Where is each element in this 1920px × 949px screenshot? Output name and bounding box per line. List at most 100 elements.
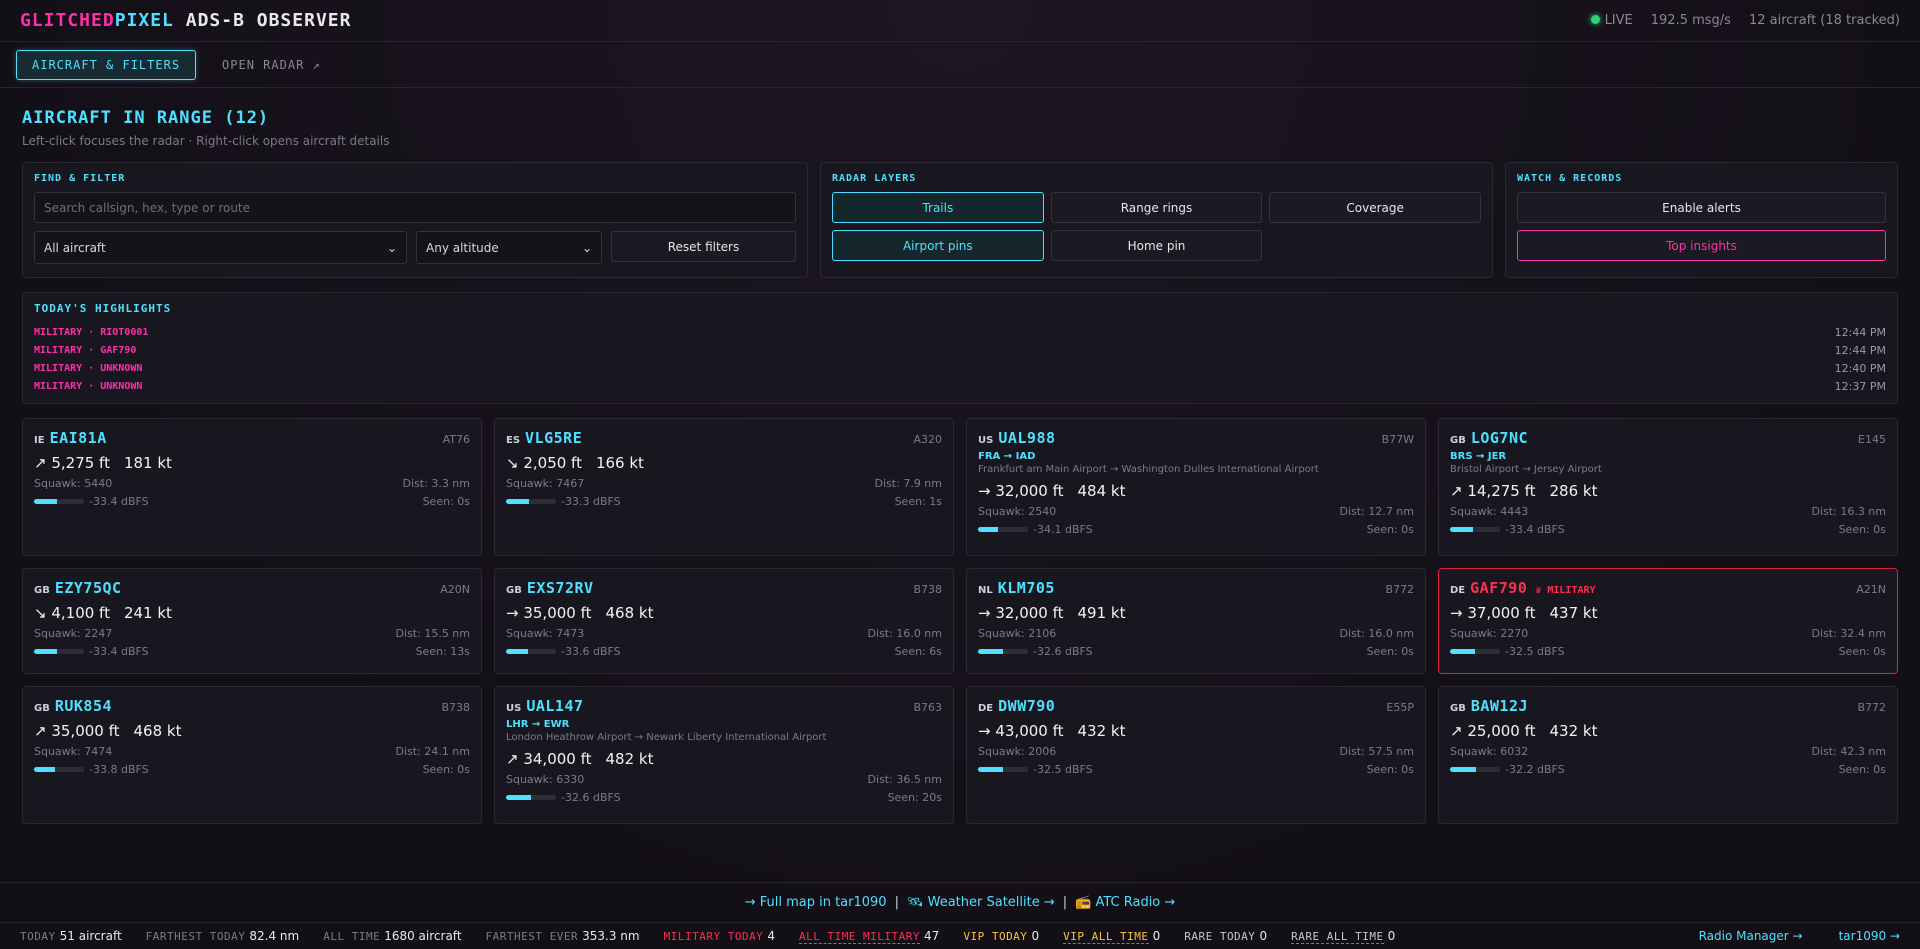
weather-satellite-link[interactable]: 🛰 Weather Satellite → [907,895,1055,910]
stat-label: FARTHEST EVER [485,930,579,943]
squawk: Squawk: 2247 [34,627,113,640]
stat-label: TODAY [20,930,56,943]
aircraft-card[interactable]: GB EXS72RV B738 → 35,000 ft 468 kt Squawk: 74… [494,568,954,674]
coverage-toggle[interactable]: Coverage [1269,192,1481,223]
highlight-row[interactable]: MILITARY · UNKNOWN 12:40 PM [34,359,1886,377]
tab-aircraft-filters[interactable]: AIRCRAFT & FILTERS [16,49,197,80]
card-meta-row: Squawk: 4443 Dist: 16.3 nm [1450,505,1886,518]
altitude: → 32,000 ft [978,482,1064,500]
full-map-link[interactable]: → Full map in tar1090 [745,895,887,910]
stat-label: VIP ALL TIME [1063,930,1149,944]
altitude: → 37,000 ft [1450,604,1536,622]
aircraft-card[interactable]: GB RUK854 B738 ↗ 35,000 ft 468 kt Squawk: 747… [22,686,482,824]
card-meta-row: Squawk: 2270 Dist: 32.4 nm [1450,627,1886,640]
tar1090-link[interactable]: tar1090 → [1839,929,1900,943]
signal-strength: -33.4 dBFS [1505,523,1565,536]
signal-bar-fill [1450,527,1473,532]
highlight-row[interactable]: MILITARY · GAF790 12:44 PM [34,341,1886,359]
seen: Seen: 20s [887,791,942,804]
card-header: GB EXS72RV B738 [506,579,942,597]
enable-alerts-button[interactable]: Enable alerts [1517,192,1886,223]
distance: Dist: 24.1 nm [395,745,470,758]
distance: Dist: 32.4 nm [1811,627,1886,640]
altitude: ↘ 4,100 ft [34,604,110,622]
app-brand: GLITCHEDPIXEL ADS-B OBSERVER [20,10,351,31]
controls-row: FIND & FILTER Search callsign, hex, type… [22,162,1898,278]
stat-rare-all-time[interactable]: RARE ALL TIME 0 [1291,929,1395,944]
live-label: LIVE [1604,13,1633,28]
card-meta-row: -32.5 dBFS Seen: 0s [1450,645,1886,658]
altitude: ↗ 25,000 ft [1450,722,1536,740]
reset-filters-button[interactable]: Reset filters [611,231,796,262]
highlight-row[interactable]: MILITARY · UNKNOWN 12:37 PM [34,377,1886,395]
distance: Dist: 12.7 nm [1339,505,1414,518]
altitude-speed: ↗ 14,275 ft 286 kt [1450,482,1886,500]
stat-label: FARTHEST TODAY [145,930,246,943]
card-header: GB RUK854 B738 [34,697,470,715]
card-meta-row: -32.6 dBFS Seen: 20s [506,791,942,804]
stat-vip-all-time[interactable]: VIP ALL TIME 0 [1063,929,1160,944]
callsign: RUK854 [54,697,113,715]
signal: -33.4 dBFS [1450,523,1565,536]
aircraft-filter-select[interactable]: All aircraft ⌄ [34,231,407,264]
altitude-filter-select[interactable]: Any altitude ⌄ [416,231,602,264]
signal-bar [978,767,1028,772]
aircraft-card[interactable]: NL KLM705 B772 → 32,000 ft 491 kt Squawk: 210… [966,568,1426,674]
tab-open-radar[interactable]: OPEN RADAR ↗ [206,50,337,80]
callsign: BAW12J [1470,697,1529,715]
trails-toggle[interactable]: Trails [832,192,1044,223]
country-code: US [978,435,994,446]
distance: Dist: 3.3 nm [402,477,470,490]
stat-label: ALL TIME [323,930,381,943]
card-header: NL KLM705 B772 [978,579,1414,597]
altitude-speed: → 37,000 ft 437 kt [1450,604,1886,622]
home-pin-toggle[interactable]: Home pin [1050,230,1263,261]
aircraft-card[interactable]: IE EAI81A AT76 ↗ 5,275 ft 181 kt Squawk: 5440… [22,418,482,556]
speed: 468 kt [605,604,654,622]
seen: Seen: 0s [1838,645,1886,658]
aircraft-card[interactable]: DE GAF790 ♛ MILITARY A21N → 37,000 ft 437 kt S… [1438,568,1898,674]
aircraft-card[interactable]: US UAL147 B763 LHR → EWR London Heathrow Air… [494,686,954,824]
card-meta-row: -32.2 dBFS Seen: 0s [1450,763,1886,776]
radio-manager-link[interactable]: Radio Manager → [1699,929,1803,943]
card-meta-row: Squawk: 6032 Dist: 42.3 nm [1450,745,1886,758]
link-separator: | [894,895,899,910]
aircraft-type: A21N [1856,583,1886,596]
altitude-speed: → 32,000 ft 484 kt [978,482,1414,500]
altitude-filter-value: Any altitude [426,240,499,255]
military-badge: ♛ MILITARY [1535,585,1596,596]
live-indicator: LIVE [1590,13,1633,28]
highlights-title: TODAY'S HIGHLIGHTS [34,302,172,315]
stat-military-all-time[interactable]: ALL TIME MILITARY 47 [798,929,939,944]
range-rings-toggle[interactable]: Range rings [1050,192,1263,223]
seen: Seen: 0s [1366,763,1414,776]
callsign: UAL147 [526,697,584,715]
aircraft-card[interactable]: GB BAW12J B772 ↗ 25,000 ft 432 kt Squawk: 603… [1438,686,1898,824]
airport-pins-toggle[interactable]: Airport pins [832,230,1044,261]
distance: Dist: 16.3 nm [1811,505,1886,518]
aircraft-card[interactable]: GB EZY75QC A20N ↘ 4,100 ft 241 kt Squawk: 224… [22,568,482,674]
top-insights-button[interactable]: Top insights [1517,230,1886,261]
altitude-speed: → 32,000 ft 491 kt [978,604,1414,622]
highlight-row[interactable]: MILITARY · RIOT0001 12:44 PM [34,323,1886,341]
altitude: ↘ 2,050 ft [506,454,582,472]
stat-label: ALL TIME MILITARY [798,930,921,944]
signal-strength: -33.4 dBFS [89,495,149,508]
signal-bar-fill [506,649,528,654]
aircraft-type: B738 [441,701,470,714]
signal-strength: -32.6 dBFS [561,791,621,804]
aircraft-card[interactable]: ES VLG5RE A320 ↘ 2,050 ft 166 kt Squawk: 7467… [494,418,954,556]
atc-radio-link[interactable]: 📻 ATC Radio → [1075,895,1175,910]
seen: Seen: 0s [422,763,470,776]
aircraft-card[interactable]: GB LOG7NC E145 BRS → JER Bristol Airport → J… [1438,418,1898,556]
card-header: GB LOG7NC E145 [1450,429,1886,447]
card-meta-row: Squawk: 2247 Dist: 15.5 nm [34,627,470,640]
squawk: Squawk: 2270 [1450,627,1529,640]
aircraft-card[interactable]: DE DWW790 E55P → 43,000 ft 432 kt Squawk: 200… [966,686,1426,824]
aircraft-card[interactable]: US UAL988 B77W FRA → IAD Frankfurt am Main A… [966,418,1426,556]
signal-bar-fill [34,499,57,504]
squawk: Squawk: 6330 [506,773,585,786]
signal-bar [34,767,84,772]
search-input[interactable]: Search callsign, hex, type or route [34,192,796,223]
country-code: ES [506,435,521,446]
